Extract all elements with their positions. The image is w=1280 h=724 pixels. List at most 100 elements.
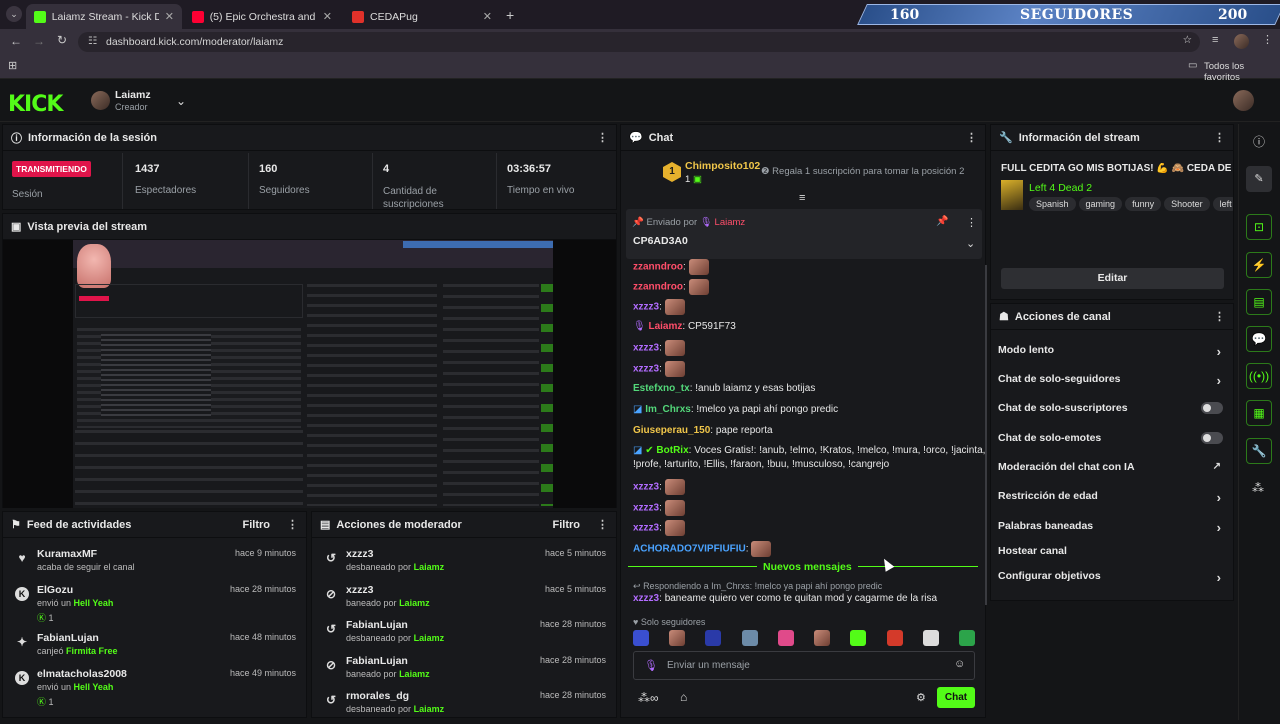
reload-icon[interactable]: ↻: [57, 33, 67, 47]
tag-chip[interactable]: left: [1212, 197, 1233, 211]
chat-menu-icon[interactable]: ⋮: [966, 131, 977, 144]
user-menu-avatar[interactable]: [1233, 90, 1254, 111]
clipboard-icon[interactable]: ▤: [1246, 289, 1272, 315]
profile-avatar[interactable]: [1234, 34, 1249, 49]
stream-video[interactable]: [3, 240, 616, 508]
mod-actions-panel: ▤ Acciones de moderador Filtro ⋮ ↺ xzzz3…: [311, 511, 617, 718]
close-tab-icon[interactable]: ✕: [323, 10, 332, 23]
close-tab-icon[interactable]: ✕: [483, 10, 492, 23]
emote-image[interactable]: [958, 630, 975, 646]
chat-message: xzzz3:: [633, 361, 685, 377]
mod-filter-button[interactable]: Filtro: [553, 519, 581, 531]
kick-favicon-icon: [34, 10, 46, 23]
new-tab-icon[interactable]: +: [506, 7, 514, 23]
chat-message: zzanndroo:: [633, 259, 709, 275]
session-info-header: ⓘ Información de la sesión ⋮: [3, 125, 616, 151]
chat-settings-gear-icon[interactable]: ⚙: [916, 691, 926, 704]
action-ai-moderation[interactable]: Moderación del chat con IA ↗: [991, 461, 1233, 477]
action-followers-only[interactable]: Chat de solo-seguidores ›: [991, 373, 1233, 389]
emote-image[interactable]: [777, 630, 794, 646]
emote-image[interactable]: [705, 630, 722, 646]
scan-icon[interactable]: ⊡: [1246, 214, 1272, 240]
emote-image[interactable]: [850, 630, 867, 646]
tag-chip[interactable]: gaming: [1078, 197, 1123, 211]
emote-image[interactable]: [741, 630, 758, 646]
pinned-menu-icon[interactable]: ⋮: [966, 216, 977, 229]
browser-tab-cedapug[interactable]: CEDAPug ✕: [344, 4, 500, 29]
site-info-icon[interactable]: ☷: [88, 35, 97, 47]
activity-item: K elmatacholas2008 envió un Hell Yeah Ⓚ …: [15, 668, 296, 708]
reply-context[interactable]: ↩ Respondiendo a Im_Chrxs: !melco ya pap…: [633, 581, 882, 592]
apps-grid-icon[interactable]: ⊞: [8, 59, 17, 72]
send-chat-button[interactable]: Chat: [937, 687, 975, 708]
back-icon[interactable]: ←: [10, 34, 22, 48]
activity-menu-icon[interactable]: ⋮: [287, 518, 298, 531]
emote-image[interactable]: [922, 630, 939, 646]
close-tab-icon[interactable]: ✕: [165, 10, 174, 23]
emotes-only-toggle[interactable]: [1201, 432, 1223, 444]
tag-chip[interactable]: Shooter: [1164, 197, 1210, 211]
chat-message: 🎙 Laiamz: CP591F73: [633, 321, 736, 332]
activity-filter-button[interactable]: Filtro: [243, 519, 271, 531]
browser-menu-icon[interactable]: ⋮: [1262, 33, 1273, 46]
mod-menu-icon[interactable]: ⋮: [597, 518, 608, 531]
chat-scrollbar[interactable]: [985, 265, 987, 605]
game-name[interactable]: Left 4 Dead 2: [1029, 182, 1092, 194]
preview-nested-2: [101, 334, 211, 419]
action-age-restriction[interactable]: Restricción de edad ›: [991, 490, 1233, 506]
info-icon[interactable]: ⓘ: [1253, 133, 1265, 150]
chat-message: Giuseperau_150: pape reporta: [633, 425, 773, 436]
browser-tab-youtube[interactable]: (5) Epic Orchestra and Choir - Y ✕: [184, 4, 340, 29]
action-set-goals[interactable]: Configurar objetivos ›: [991, 570, 1233, 586]
stream-preview-header: ▣ Vista previa del stream: [3, 214, 616, 240]
mod-action-item: ⊘ xzzz3 baneado por Laiamz hace 5 minuto…: [325, 584, 606, 608]
edit-pencil-icon[interactable]: ✎: [1246, 166, 1272, 192]
tab-list-icon[interactable]: ⌄: [6, 6, 22, 22]
chat-message: ◪ Im_Chrxs: !melco ya papi ahí pongo pre…: [633, 404, 839, 415]
preview-chat: [307, 284, 437, 506]
reading-list-icon[interactable]: ≡: [1212, 34, 1218, 46]
chat-input-placeholder: Enviar un mensaje: [667, 660, 750, 671]
emote-image[interactable]: [886, 630, 903, 646]
store-icon[interactable]: ⌂: [680, 690, 687, 704]
tag-chip[interactable]: funny: [1125, 197, 1162, 211]
bookmark-star-icon[interactable]: ☆: [1183, 34, 1192, 46]
action-slow-mode[interactable]: Modo lento ›: [991, 344, 1233, 360]
action-banned-words[interactable]: Palabras baneadas ›: [991, 520, 1233, 536]
stream-info-menu-icon[interactable]: ⋮: [1214, 131, 1225, 144]
browser-tab-kick[interactable]: Laiamz Stream - Kick Dashboard ✕: [26, 4, 182, 29]
subscribers-only-toggle[interactable]: [1201, 402, 1223, 414]
tag-chip[interactable]: Spanish: [1029, 197, 1076, 211]
channel-actions-menu-icon[interactable]: ⋮: [1214, 310, 1225, 323]
gifter-name[interactable]: Chimposito102: [685, 160, 760, 172]
forward-icon[interactable]: →: [33, 34, 45, 48]
pinned-expand-chevron-icon[interactable]: ⌄: [966, 237, 975, 250]
session-info-panel: ⓘ Información de la sesión ⋮ TRANSMITIEN…: [2, 124, 617, 210]
chat-icon[interactable]: 💬: [1246, 326, 1272, 352]
address-bar[interactable]: ☷ dashboard.kick.com/moderator/laiamz ☆: [78, 32, 1200, 52]
channel-points-icon[interactable]: ⁂∞: [638, 691, 659, 705]
edit-stream-button[interactable]: Editar: [1001, 268, 1224, 289]
unpin-icon[interactable]: 📌: [936, 216, 948, 227]
new-messages-label[interactable]: Nuevos mensajes: [757, 561, 858, 573]
preview-thumbnail: [73, 240, 553, 508]
mod-action-item: ↺ xzzz3 desbaneado por Laiamz hace 5 min…: [325, 548, 606, 572]
lightning-icon[interactable]: ⚡: [1246, 252, 1272, 278]
action-host-channel[interactable]: Hostear canal: [991, 545, 1233, 561]
expand-leaderboard-icon[interactable]: ≡: [799, 192, 805, 204]
emote-image[interactable]: [633, 630, 649, 646]
chat-message: xzzz3:: [633, 500, 685, 516]
broadcast-icon[interactable]: ((•)): [1246, 363, 1272, 389]
emoji-picker-icon[interactable]: ☺: [954, 658, 965, 670]
more-tools-icon[interactable]: ⁂: [1252, 481, 1264, 495]
session-menu-icon[interactable]: ⋮: [597, 131, 608, 144]
layout-icon[interactable]: ▦: [1246, 400, 1272, 426]
emote-image[interactable]: [669, 630, 686, 646]
chat-input[interactable]: 🎙 Enviar un mensaje ☺: [633, 651, 975, 680]
kick-logo[interactable]: KICK: [8, 92, 63, 117]
chat-message: xzzz3:: [633, 299, 685, 315]
account-switch-chevron-icon[interactable]: ⌄: [176, 94, 186, 108]
emote-image[interactable]: [814, 630, 831, 646]
wrench-icon[interactable]: 🔧: [1246, 438, 1272, 464]
chevron-right-icon: ›: [1216, 520, 1221, 535]
